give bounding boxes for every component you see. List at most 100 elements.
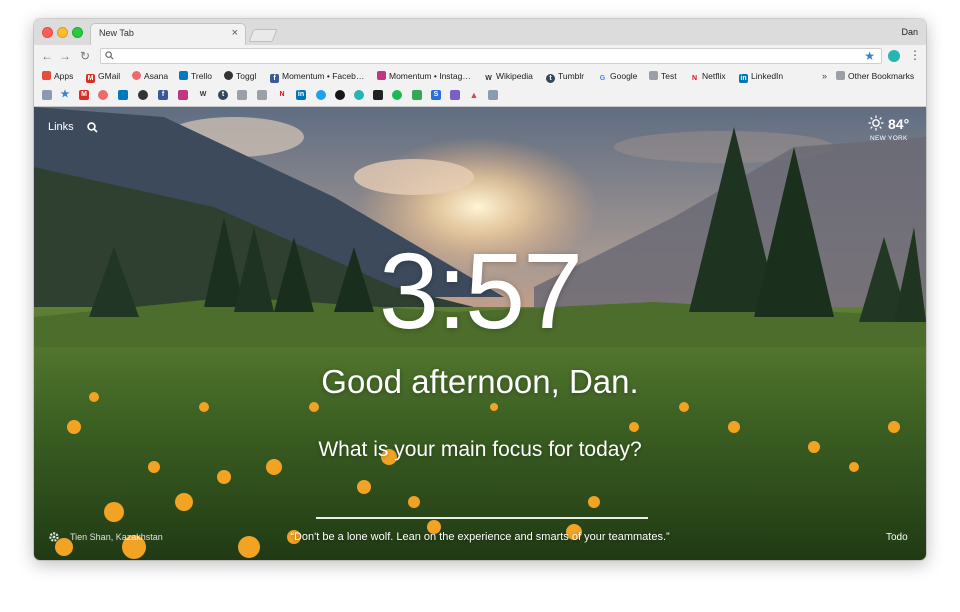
bookmark-label: Toggl xyxy=(236,71,257,81)
menu-dots-icon[interactable]: ⋮ xyxy=(909,48,921,63)
gmail-icon: M xyxy=(86,74,95,83)
bookmark-momentum-instagram[interactable]: Momentum • Instag… xyxy=(377,70,471,82)
google-icon: G xyxy=(599,75,606,82)
bookmark-toggl[interactable]: Toggl xyxy=(224,70,256,82)
browser-toolbar: ← → ↻ ★ ⋮ xyxy=(34,45,926,67)
facebook-icon[interactable]: f xyxy=(158,90,168,100)
browser-window: New Tab × Dan ← → ↻ ★ ⋮ Apps M GMail Asan… xyxy=(34,19,926,560)
focus-question: What is your main focus for today? xyxy=(318,438,642,461)
apps-grid-icon xyxy=(42,71,51,80)
tab-strip: New Tab × Dan xyxy=(34,19,926,45)
forward-arrow-icon[interactable]: → xyxy=(58,49,72,63)
bookmark-label: Other Bookmarks xyxy=(848,71,915,81)
other-bookmarks[interactable]: Other Bookmarks xyxy=(836,70,914,82)
folder-icon[interactable] xyxy=(257,90,267,100)
photo-location[interactable]: Tien Shan, Kazakhstan xyxy=(70,532,163,542)
bookmark-label: Netflix xyxy=(702,71,726,81)
bookmark-google[interactable]: G Google xyxy=(598,70,638,82)
clock: 3:57 xyxy=(378,230,583,351)
asana-icon xyxy=(132,71,141,80)
back-arrow-icon[interactable]: ← xyxy=(40,49,54,63)
bookmark-label: Momentum • Instag… xyxy=(389,71,471,81)
bookmark-label: Trello xyxy=(191,71,212,81)
gmail-icon[interactable]: M xyxy=(79,90,89,100)
instagram-icon[interactable] xyxy=(178,90,188,100)
linkedin-icon: in xyxy=(739,74,748,83)
bookmark-linkedin[interactable]: in LinkedIn xyxy=(739,70,784,83)
folder-icon xyxy=(836,71,845,80)
maximize-window-button[interactable] xyxy=(72,27,83,38)
greeting: Good afternoon, Dan. xyxy=(321,363,639,400)
bookmark-label: Momentum • Faceb… xyxy=(282,71,365,81)
bookmark-label: Wikipedia xyxy=(496,71,533,81)
daily-quote[interactable]: “Don't be a lone wolf. Lean on the exper… xyxy=(214,531,746,543)
bookmarks-overflow-chevron[interactable]: » xyxy=(822,70,827,82)
extension-icon[interactable] xyxy=(888,50,900,62)
bookmark-label: Apps xyxy=(54,71,74,81)
bookmark-label: GMail xyxy=(98,71,121,81)
s-app-icon[interactable]: S xyxy=(431,90,441,100)
focus-input[interactable] xyxy=(316,497,648,519)
wikipedia-icon: W xyxy=(485,75,492,82)
bookmark-apps[interactable]: Apps xyxy=(42,70,73,82)
tab-title: New Tab xyxy=(99,28,134,38)
bookmark-tumblr[interactable]: t Tumblr xyxy=(546,70,585,83)
links-button[interactable]: Links xyxy=(48,121,74,133)
bookmark-label: Tumblr xyxy=(558,71,585,81)
drive-icon[interactable] xyxy=(412,90,422,100)
bookmark-folder-test[interactable]: Test xyxy=(649,70,677,82)
image-icon[interactable] xyxy=(42,90,52,100)
bookmark-netflix[interactable]: N Netflix xyxy=(690,70,726,82)
minimize-window-button[interactable] xyxy=(57,27,68,38)
search-icon[interactable] xyxy=(87,122,98,133)
bookmark-label: LinkedIn xyxy=(751,71,784,81)
netflix-icon: N xyxy=(691,75,698,82)
bookmark-label: Google xyxy=(610,71,638,81)
tumblr-icon: t xyxy=(546,74,555,83)
sun-weather-icon[interactable] xyxy=(868,115,884,131)
weather-location: NEW YORK xyxy=(870,135,908,142)
toggl-icon[interactable] xyxy=(138,90,148,100)
instagram-icon xyxy=(377,71,386,80)
bookmark-momentum-facebook[interactable]: f Momentum • Faceb… xyxy=(270,70,365,83)
reload-icon[interactable]: ↻ xyxy=(78,49,92,63)
spotify-icon[interactable] xyxy=(392,90,402,100)
star-icon[interactable]: ★ xyxy=(60,90,70,100)
bookmarks-bar: Apps M GMail Asana Trello Toggl f Momentum… xyxy=(34,67,926,85)
bookmark-wikipedia[interactable]: W Wikipedia xyxy=(484,70,533,82)
bookmark-trello[interactable]: Trello xyxy=(179,70,212,82)
camera-icon[interactable] xyxy=(488,90,498,100)
bookmark-gmail[interactable]: M GMail xyxy=(86,70,121,83)
twitter-icon[interactable] xyxy=(316,90,326,100)
folder-icon[interactable] xyxy=(237,90,247,100)
momentum-dashboard: Links 84° NEW YORK 3:57 Good afternoon, … xyxy=(34,107,926,560)
linkedin-icon[interactable]: in xyxy=(296,90,306,100)
bookmark-asana[interactable]: Asana xyxy=(132,70,168,82)
dark-app-icon[interactable] xyxy=(373,90,383,100)
wikipedia-icon[interactable]: W xyxy=(198,90,208,100)
tab-close-icon[interactable]: × xyxy=(232,27,238,39)
search-icon xyxy=(105,51,114,60)
netflix-icon[interactable]: N xyxy=(277,90,287,100)
address-bar[interactable]: ★ xyxy=(100,48,882,64)
arrow-up-icon[interactable]: ▲ xyxy=(469,90,479,100)
new-tab-button[interactable] xyxy=(248,29,278,42)
github-icon[interactable] xyxy=(335,90,345,100)
trello-icon[interactable] xyxy=(118,90,128,100)
tab-new-tab[interactable]: New Tab × xyxy=(90,23,246,45)
momentum-icon[interactable] xyxy=(354,90,364,100)
gear-icon[interactable] xyxy=(48,531,60,543)
profile-name[interactable]: Dan xyxy=(901,27,918,37)
todo-button[interactable]: Todo xyxy=(886,532,908,543)
asana-icon[interactable] xyxy=(98,90,108,100)
bookmark-star-icon[interactable]: ★ xyxy=(864,49,875,63)
close-window-button[interactable] xyxy=(42,27,53,38)
temperature[interactable]: 84° xyxy=(888,116,909,132)
folder-icon xyxy=(649,71,658,80)
bookmark-label: Test xyxy=(661,71,677,81)
facebook-icon: f xyxy=(270,74,279,83)
tumblr-icon[interactable]: t xyxy=(218,90,228,100)
stack-icon[interactable] xyxy=(450,90,460,100)
extensions-row: ★ M f W t N in S ▲ xyxy=(34,85,926,107)
bookmark-label: Asana xyxy=(144,71,169,81)
